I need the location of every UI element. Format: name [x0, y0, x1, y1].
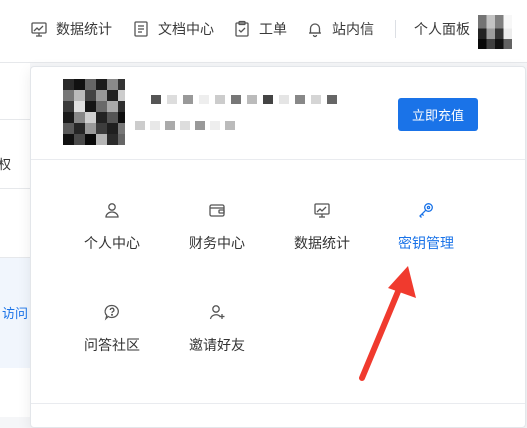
menu-item-personal-center[interactable]: 个人中心	[62, 201, 162, 261]
divider	[0, 188, 30, 189]
background-highlight-row: 访问	[0, 258, 30, 368]
nav-inbox-label: 站内信	[332, 22, 374, 38]
chart-icon	[30, 20, 48, 38]
avatar[interactable]	[478, 15, 512, 49]
key-icon	[417, 201, 435, 219]
ticket-icon	[233, 20, 251, 38]
user-info-redacted	[135, 121, 235, 130]
nav-personal-panel[interactable]: 个人面板	[414, 18, 470, 40]
menu-item-data-stats[interactable]: 数据统计	[272, 201, 372, 261]
divider	[0, 119, 30, 120]
background-text: 权	[0, 158, 12, 173]
add-user-icon	[208, 303, 226, 321]
personal-panel-dropdown: 立即充值 个人中心 财务中心 数据统计 密钥管理 问答社区 邀请好友	[30, 66, 526, 428]
user-icon	[103, 201, 121, 219]
nav-divider	[395, 20, 396, 38]
wallet-icon	[208, 201, 226, 219]
username-redacted	[151, 95, 337, 104]
nav-inbox[interactable]: 站内信	[306, 18, 374, 40]
profile-header: 立即充值	[31, 67, 525, 160]
menu-label: 邀请好友	[189, 338, 245, 354]
question-chat-icon	[103, 303, 121, 321]
menu-item-key-management[interactable]: 密钥管理	[376, 201, 476, 261]
menu-label: 个人中心	[84, 236, 140, 252]
bell-icon	[306, 20, 324, 38]
personal-panel-label: 个人面板	[414, 22, 470, 38]
menu-label: 数据统计	[294, 236, 350, 252]
nav-doc-center-label: 文档中心	[158, 22, 214, 38]
divider	[31, 403, 525, 404]
top-navigation-bar: 数据统计 文档中心 工单 站内信 个人面板	[0, 0, 527, 63]
document-icon	[132, 20, 150, 38]
avatar-large	[63, 79, 125, 145]
chart-icon	[313, 201, 331, 219]
nav-ticket-label: 工单	[259, 22, 287, 38]
menu-item-finance-center[interactable]: 财务中心	[167, 201, 267, 261]
nav-data-stats-label: 数据统计	[56, 22, 112, 38]
menu-label: 密钥管理	[398, 236, 454, 252]
menu-label: 财务中心	[189, 236, 245, 252]
nav-doc-center[interactable]: 文档中心	[132, 18, 214, 40]
recharge-button[interactable]: 立即充值	[398, 98, 478, 131]
menu-label: 问答社区	[84, 338, 140, 354]
background-link[interactable]: 访问	[2, 303, 28, 322]
nav-data-stats[interactable]: 数据统计	[30, 18, 112, 40]
menu-item-qa-community[interactable]: 问答社区	[62, 303, 162, 363]
menu-item-invite-friends[interactable]: 邀请好友	[167, 303, 267, 363]
nav-ticket[interactable]: 工单	[233, 18, 287, 40]
